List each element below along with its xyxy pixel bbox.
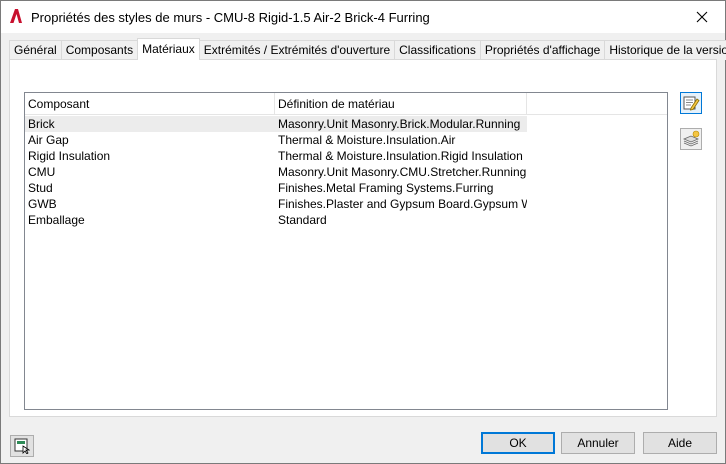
select-components-button[interactable] (10, 435, 34, 457)
material-definition-cell[interactable]: Finishes.Plaster and Gypsum Board.Gypsum… (275, 196, 527, 212)
tab-composants[interactable]: Composants (60, 40, 139, 60)
component-cell: Emballage (28, 213, 85, 227)
select-components-icon (14, 438, 30, 454)
material-definition-cell[interactable]: Thermal & Moisture.Insulation.Rigid Insu… (275, 148, 527, 164)
title-bar[interactable]: Propriétés des styles de murs - CMU-8 Ri… (1, 1, 725, 33)
material-definition-cell[interactable]: Finishes.Metal Framing Systems.Furring (275, 180, 527, 196)
component-cell: Air Gap (28, 133, 69, 147)
window-title: Propriétés des styles de murs - CMU-8 Ri… (31, 10, 430, 25)
tab-strip: Général Composants Matériaux Extrémités … (9, 38, 726, 60)
component-cell: Brick (28, 117, 55, 131)
material-definition-cell[interactable]: Masonry.Unit Masonry.Brick.Modular.Runni… (275, 116, 527, 132)
component-cell: CMU (28, 165, 56, 179)
tab-historique-version[interactable]: Historique de la version (604, 40, 726, 60)
list-rows: Brick Masonry.Unit Masonry.Brick.Modular… (25, 116, 527, 228)
table-row[interactable]: GWB Finishes.Plaster and Gypsum Board.Gy… (25, 196, 527, 212)
table-row[interactable]: Rigid Insulation Thermal & Moisture.Insu… (25, 148, 527, 164)
component-cell: Rigid Insulation (28, 149, 111, 163)
component-cell: GWB (28, 197, 57, 211)
column-header-definition[interactable]: Définition de matériau (275, 93, 527, 115)
autocad-app-icon (10, 9, 22, 23)
edit-material-button[interactable] (680, 92, 702, 114)
tab-general[interactable]: Général (9, 40, 62, 60)
tab-classifications[interactable]: Classifications (394, 40, 481, 60)
table-row[interactable]: CMU Masonry.Unit Masonry.CMU.Stretcher.R… (25, 164, 527, 180)
ok-button[interactable]: OK (481, 432, 555, 454)
add-material-icon (682, 130, 700, 147)
edit-material-icon (683, 96, 700, 111)
component-cell: Stud (28, 181, 53, 195)
table-row[interactable]: Air Gap Thermal & Moisture.Insulation.Ai… (25, 132, 527, 148)
close-button[interactable] (679, 1, 725, 32)
add-material-button[interactable] (680, 128, 702, 150)
list-header: Composant Définition de matériau (25, 93, 667, 115)
table-row[interactable]: Brick Masonry.Unit Masonry.Brick.Modular… (25, 116, 527, 132)
material-definition-cell[interactable]: Thermal & Moisture.Insulation.Air (275, 132, 527, 148)
tab-materiaux[interactable]: Matériaux (137, 38, 200, 60)
materials-tab-panel: Composant Définition de matériau Brick M… (9, 59, 717, 417)
table-row[interactable]: Emballage Standard (25, 212, 527, 228)
material-definition-cell[interactable]: Standard (275, 212, 527, 228)
dialog-window: Propriétés des styles de murs - CMU-8 Ri… (0, 0, 726, 464)
material-definition-cell[interactable]: Masonry.Unit Masonry.CMU.Stretcher.Runni… (275, 164, 527, 180)
column-header-composant[interactable]: Composant (25, 93, 275, 115)
tab-extremites[interactable]: Extrémités / Extrémités d'ouverture (198, 40, 396, 60)
materials-list[interactable]: Composant Définition de matériau Brick M… (24, 92, 668, 410)
tab-proprietes-affichage[interactable]: Propriétés d'affichage (479, 40, 606, 60)
help-button[interactable]: Aide (643, 432, 717, 454)
cancel-button[interactable]: Annuler (561, 432, 635, 454)
table-row[interactable]: Stud Finishes.Metal Framing Systems.Furr… (25, 180, 527, 196)
close-icon (696, 11, 708, 22)
